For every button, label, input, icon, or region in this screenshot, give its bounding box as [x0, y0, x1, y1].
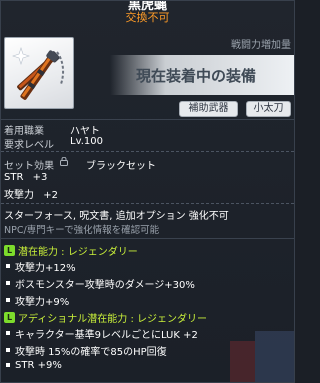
enhance-note: スターフォース, 呪文書, 追加オプション 強化不可	[4, 211, 229, 222]
stat-name: 攻撃力	[4, 190, 34, 201]
tag-weapon-type: 小太刀	[246, 101, 291, 117]
potential-line: 攻撃力+9%	[6, 293, 69, 308]
currently-equipped-text: 現在装着中の装備	[136, 67, 257, 85]
divider	[1, 151, 294, 152]
divider	[1, 119, 294, 120]
legendary-badge: L	[4, 245, 15, 256]
item-tooltip: 黒虎蝿 交換不可 戦闘力増加量 現在装着中の装備 補助武器 小太刀 着用職業 ハ…	[0, 0, 295, 383]
stat-value: +3	[32, 172, 48, 183]
additional-potential-line: 攻撃時 15%の確率で85のHP回復	[6, 343, 167, 358]
background-decoration	[230, 331, 295, 383]
legendary-badge: L	[4, 312, 15, 323]
stat-name: STR	[4, 172, 24, 183]
job-value: ハヤト	[70, 126, 100, 137]
potential-line: 攻撃力+12%	[6, 259, 76, 274]
additional-potential-line: STR +9%	[6, 360, 62, 372]
divider	[1, 203, 294, 204]
additional-potential-header: L アディショナル潜在能力 : レジェンダリー	[4, 310, 208, 325]
currently-equipped-banner: 現在装着中の装備	[110, 55, 295, 95]
additional-potential-line: キャラクター基準9レベルごとにLUK +2	[6, 326, 198, 341]
potential-header: L 潜在能力 : レジェンダリー	[4, 243, 138, 258]
combat-power-label: 戦闘力増加量	[231, 40, 291, 51]
stat-row-attack: 攻撃力 +2	[4, 186, 58, 201]
tag-sub-weapon: 補助武器	[179, 101, 238, 117]
level-label: 要求レベル	[4, 140, 54, 151]
job-label: 着用職業	[4, 126, 44, 137]
set-effect-label: セット効果	[4, 161, 54, 172]
additional-potential-title: アディショナル潜在能力 : レジェンダリー	[18, 314, 208, 325]
stat-row-str: STR +3	[4, 172, 47, 183]
paired-rod-weapon-icon	[12, 47, 65, 100]
level-value: Lv.100	[70, 136, 103, 147]
enhance-hint: NPC/専門キーで強化情報を確認可能	[4, 225, 160, 236]
set-name: ブラックセット	[86, 161, 156, 172]
item-icon-frame	[4, 37, 74, 109]
potential-line: ボスモンスター攻撃時のダメージ+30%	[6, 276, 195, 291]
potential-title: 潜在能力 : レジェンダリー	[18, 247, 138, 258]
divider	[1, 238, 294, 239]
stat-value: +2	[43, 190, 58, 201]
trade-status: 交換不可	[125, 11, 170, 24]
lock-icon	[60, 157, 68, 166]
